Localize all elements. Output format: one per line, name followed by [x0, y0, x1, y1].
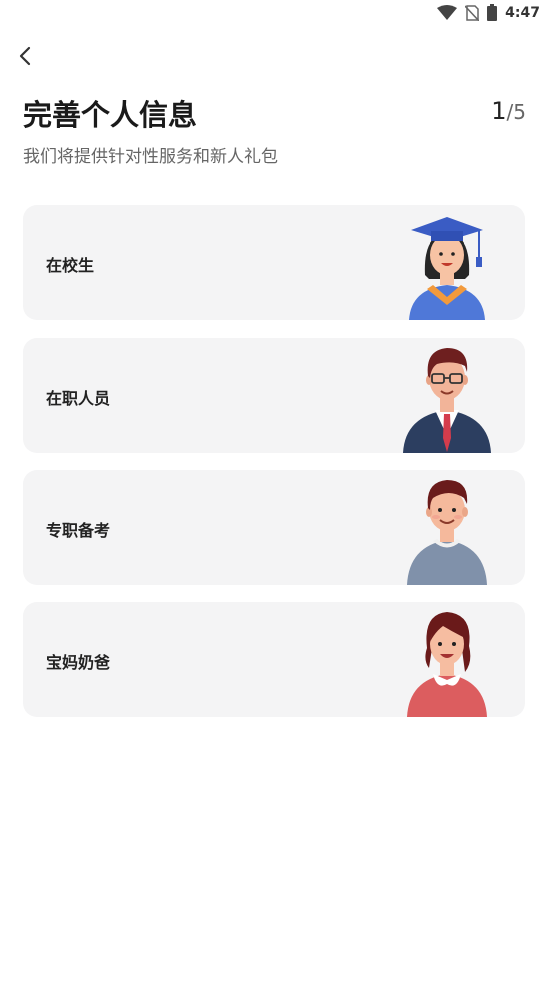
battery-icon — [487, 4, 498, 21]
page-subtitle: 我们将提供针对性服务和新人礼包 — [23, 147, 278, 167]
parent-avatar-icon — [407, 612, 487, 717]
back-button[interactable] — [12, 40, 40, 72]
step-indicator: 1/5 — [491, 97, 526, 125]
option-label: 专职备考 — [46, 521, 111, 540]
exam-candidate-avatar-icon — [407, 480, 487, 585]
option-card-parent[interactable]: 宝妈奶爸 — [23, 602, 525, 717]
step-total: 5 — [513, 100, 526, 124]
step-current: 1 — [491, 97, 507, 125]
office-worker-avatar-icon — [403, 348, 491, 453]
no-sim-icon — [465, 4, 480, 21]
page-title: 完善个人信息 — [23, 98, 198, 132]
option-card-student[interactable]: 在校生 — [23, 205, 525, 320]
option-card-exam-prep[interactable]: 专职备考 — [23, 470, 525, 585]
wifi-icon — [437, 4, 458, 20]
status-bar: 4:47 — [0, 0, 554, 30]
option-card-employee[interactable]: 在职人员 — [23, 338, 525, 453]
chevron-left-icon — [19, 46, 31, 66]
option-label: 宝妈奶爸 — [46, 653, 111, 672]
status-time: 4:47 — [505, 4, 540, 21]
graduate-avatar-icon — [409, 217, 485, 320]
option-label: 在校生 — [46, 256, 95, 275]
option-label: 在职人员 — [46, 389, 111, 408]
